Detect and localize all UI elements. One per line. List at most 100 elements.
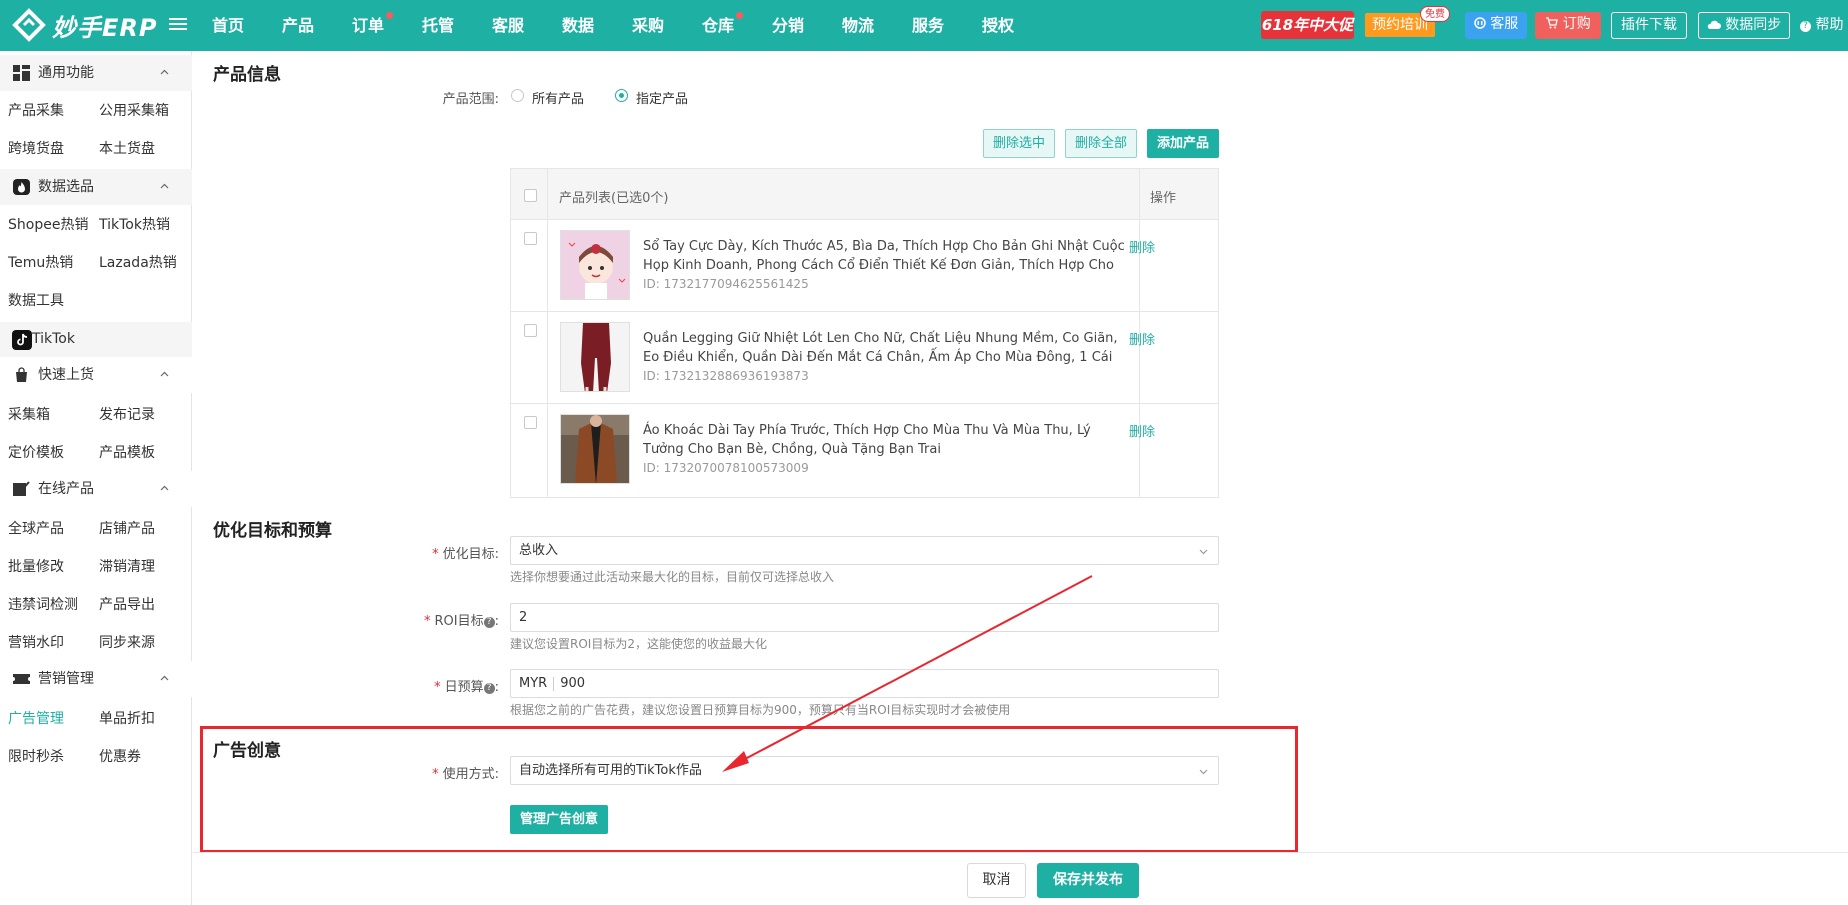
sidebar-section-data-selection[interactable]: 数据选品 bbox=[0, 169, 192, 205]
product-thumbnail bbox=[560, 322, 630, 392]
sidebar-item-batch-edit[interactable]: 批量修改 bbox=[8, 556, 64, 576]
plugin-download-button[interactable]: 插件下载 bbox=[1611, 12, 1687, 39]
sidebar-item-tiktok-hot[interactable]: TikTok热销 bbox=[99, 214, 170, 234]
delete-selected-button[interactable]: 删除选中 bbox=[983, 129, 1055, 158]
sidebar: 通用功能 产品采集 公用采集箱 跨境货盘 本土货盘 数据选品 Shopee热销 … bbox=[0, 51, 192, 905]
sidebar-section-online-products[interactable]: 在线产品 bbox=[0, 471, 192, 507]
sidebar-item-marketing-watermark[interactable]: 营销水印 bbox=[8, 632, 64, 652]
help-icon: ? bbox=[1800, 21, 1811, 32]
nav-orders[interactable]: 订单 bbox=[352, 0, 422, 51]
label-colon: : bbox=[494, 680, 499, 695]
chevron-up-icon bbox=[160, 69, 169, 75]
nav-products[interactable]: 产品 bbox=[282, 0, 352, 51]
customer-service-button[interactable]: 客服 bbox=[1465, 12, 1527, 39]
sidebar-item-coupon[interactable]: 优惠券 bbox=[99, 746, 141, 766]
sidebar-item-publish-log[interactable]: 发布记录 bbox=[99, 404, 155, 424]
sidebar-item-flash-sale[interactable]: 限时秒杀 bbox=[8, 746, 64, 766]
sidebar-item-pricing-template[interactable]: 定价模板 bbox=[8, 442, 64, 462]
save-and-publish-button[interactable]: 保存并发布 bbox=[1037, 863, 1139, 898]
footer-divider bbox=[193, 852, 1848, 853]
row-checkbox[interactable] bbox=[524, 416, 537, 429]
nav-distribution[interactable]: 分销 bbox=[772, 0, 842, 51]
data-sync-button[interactable]: 数据同步 bbox=[1698, 12, 1790, 39]
sidebar-item-public-collect-box[interactable]: 公用采集箱 bbox=[99, 100, 169, 120]
radio-specified-products[interactable] bbox=[615, 89, 628, 102]
sidebar-item-cross-border-pool[interactable]: 跨境货盘 bbox=[8, 138, 64, 158]
nav-data[interactable]: 数据 bbox=[562, 0, 632, 51]
sidebar-item-product-collect[interactable]: 产品采集 bbox=[8, 100, 64, 120]
sidebar-item-collect-box[interactable]: 采集箱 bbox=[8, 404, 50, 424]
product-scope-label: 产品范围: bbox=[442, 92, 499, 107]
promo-banner[interactable]: 618年中大促 bbox=[1261, 11, 1354, 39]
sidebar-item-slow-sale-cleanup[interactable]: 滞销清理 bbox=[99, 556, 155, 576]
help-icon[interactable]: ? bbox=[483, 683, 495, 694]
section-title: 营销管理 bbox=[38, 671, 94, 687]
sidebar-item-local-pool[interactable]: 本土货盘 bbox=[99, 138, 155, 158]
nav-home[interactable]: 首页 bbox=[212, 0, 282, 51]
nav-purchase[interactable]: 采购 bbox=[632, 0, 702, 51]
product-thumbnail bbox=[560, 230, 630, 300]
goal-select-value: 总收入 bbox=[519, 543, 559, 558]
goal-label-text: 优化目标: bbox=[442, 547, 499, 562]
goal-label: * 优化目标: bbox=[400, 543, 499, 562]
select-all-checkbox[interactable] bbox=[524, 189, 537, 202]
nav-authorization[interactable]: 授权 bbox=[982, 0, 1052, 51]
sidebar-item-ad-management[interactable]: 广告管理 bbox=[8, 708, 64, 728]
radio-specified-products-label[interactable]: 指定产品 bbox=[636, 88, 688, 107]
section-title: 通用功能 bbox=[38, 65, 94, 81]
sidebar-item-tiktok[interactable]: TikTok bbox=[0, 322, 192, 358]
sidebar-item-single-discount[interactable]: 单品折扣 bbox=[99, 708, 155, 728]
main-nav: 首页 产品 订单 托管 客服 数据 采购 仓库 分销 物流 服务 授权 bbox=[212, 0, 1052, 51]
sidebar-item-banned-word-check[interactable]: 违禁词检测 bbox=[8, 594, 78, 614]
free-badge: 免费 bbox=[1420, 6, 1450, 22]
grid-icon bbox=[13, 65, 30, 81]
menu-toggle-icon[interactable] bbox=[169, 15, 187, 35]
radio-all-products[interactable] bbox=[511, 89, 524, 102]
radio-all-products-label[interactable]: 所有产品 bbox=[532, 88, 584, 107]
nav-hosting[interactable]: 托管 bbox=[422, 0, 492, 51]
delete-link[interactable]: 删除 bbox=[1129, 329, 1155, 348]
daily-budget-label: * 日预算?: bbox=[400, 676, 499, 695]
sidebar-section-marketing[interactable]: 营销管理 bbox=[0, 661, 192, 697]
sidebar-item-temu-hot[interactable]: Temu热销 bbox=[8, 252, 73, 272]
leggings-image bbox=[561, 323, 629, 391]
ops-header: 操作 bbox=[1150, 191, 1177, 206]
daily-budget-label-text: 日预算 bbox=[444, 680, 484, 695]
tiktok-logo-icon bbox=[12, 330, 32, 350]
product-table: 产品列表(已选0个) 操作 Sổ Tay Cực Dày, Kích Thước… bbox=[510, 168, 1219, 498]
sidebar-item-data-tools[interactable]: 数据工具 bbox=[8, 290, 64, 310]
app-logo[interactable]: 妙手ERP bbox=[12, 8, 157, 42]
help-link[interactable]: ? 帮助 bbox=[1800, 12, 1843, 39]
sidebar-item-product-export[interactable]: 产品导出 bbox=[99, 594, 155, 614]
product-id: ID: 1732177094625561425 bbox=[643, 277, 809, 291]
sidebar-item-sync-source[interactable]: 同步来源 bbox=[99, 632, 155, 652]
nav-warehouse[interactable]: 仓库 bbox=[702, 0, 772, 51]
nav-service[interactable]: 客服 bbox=[492, 0, 562, 51]
help-icon[interactable]: ? bbox=[483, 617, 495, 628]
sidebar-section-quick-listing[interactable]: 快速上货 bbox=[0, 357, 192, 393]
sidebar-section-general[interactable]: 通用功能 bbox=[0, 55, 192, 91]
product-name: Quần Legging Giữ Nhiệt Lót Len Cho Nữ, C… bbox=[643, 331, 1118, 365]
section-title: 数据选品 bbox=[38, 179, 94, 195]
row-checkbox[interactable] bbox=[524, 232, 537, 245]
row-checkbox[interactable] bbox=[524, 324, 537, 337]
nav-logistics[interactable]: 物流 bbox=[842, 0, 912, 51]
nav-services[interactable]: 服务 bbox=[912, 0, 982, 51]
add-product-button[interactable]: 添加产品 bbox=[1147, 129, 1219, 158]
sidebar-item-shop-products[interactable]: 店铺产品 bbox=[99, 518, 155, 538]
delete-all-button[interactable]: 删除全部 bbox=[1065, 129, 1137, 158]
cancel-button[interactable]: 取消 bbox=[967, 863, 1026, 898]
chevron-up-icon bbox=[160, 485, 169, 491]
section-title: 快速上货 bbox=[38, 367, 94, 383]
product-name: Sổ Tay Cực Dày, Kích Thước A5, Bìa Da, T… bbox=[643, 239, 1125, 273]
product-thumbnail bbox=[560, 414, 630, 484]
sidebar-item-lazada-hot[interactable]: Lazada热销 bbox=[99, 252, 177, 272]
subscribe-button[interactable]: 订购 bbox=[1535, 12, 1601, 39]
delete-link[interactable]: 删除 bbox=[1129, 237, 1155, 256]
delete-link[interactable]: 删除 bbox=[1129, 421, 1155, 440]
product-id: ID: 1732070078100573009 bbox=[643, 461, 809, 475]
sidebar-item-shopee-hot[interactable]: Shopee热销 bbox=[8, 214, 88, 234]
sidebar-item-global-products[interactable]: 全球产品 bbox=[8, 518, 64, 538]
sidebar-item-product-template[interactable]: 产品模板 bbox=[99, 442, 155, 462]
coat-image bbox=[561, 415, 629, 483]
